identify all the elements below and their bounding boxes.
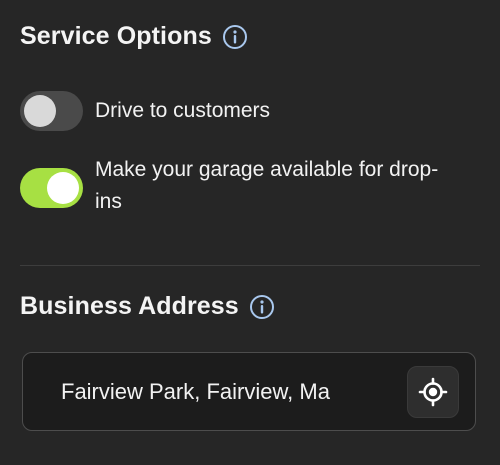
garage-drop-ins-toggle[interactable] — [20, 168, 83, 208]
option-drive-to-customers: Drive to customers — [20, 91, 480, 131]
business-address-title: Business Address — [20, 292, 239, 320]
drive-to-customers-toggle[interactable] — [20, 91, 83, 131]
info-icon[interactable] — [222, 24, 248, 50]
business-address-input[interactable] — [61, 378, 407, 405]
drive-to-customers-label[interactable]: Drive to customers — [95, 95, 270, 127]
crosshair-locate-icon — [418, 377, 448, 406]
service-settings-panel: Service Options Drive to customers Make … — [0, 0, 500, 465]
option-garage-drop-ins: Make your garage available for drop-ins — [20, 154, 480, 218]
toggle-knob — [47, 172, 79, 204]
business-address-field — [22, 352, 476, 431]
toggle-knob — [24, 95, 56, 127]
service-options-title: Service Options — [20, 22, 212, 50]
business-address-header: Business Address — [20, 292, 275, 321]
garage-drop-ins-label[interactable]: Make your garage available for drop-ins — [95, 154, 440, 218]
service-options-header: Service Options — [20, 22, 248, 51]
use-current-location-button[interactable] — [407, 365, 459, 418]
section-divider — [20, 265, 480, 266]
info-icon[interactable] — [249, 294, 275, 320]
